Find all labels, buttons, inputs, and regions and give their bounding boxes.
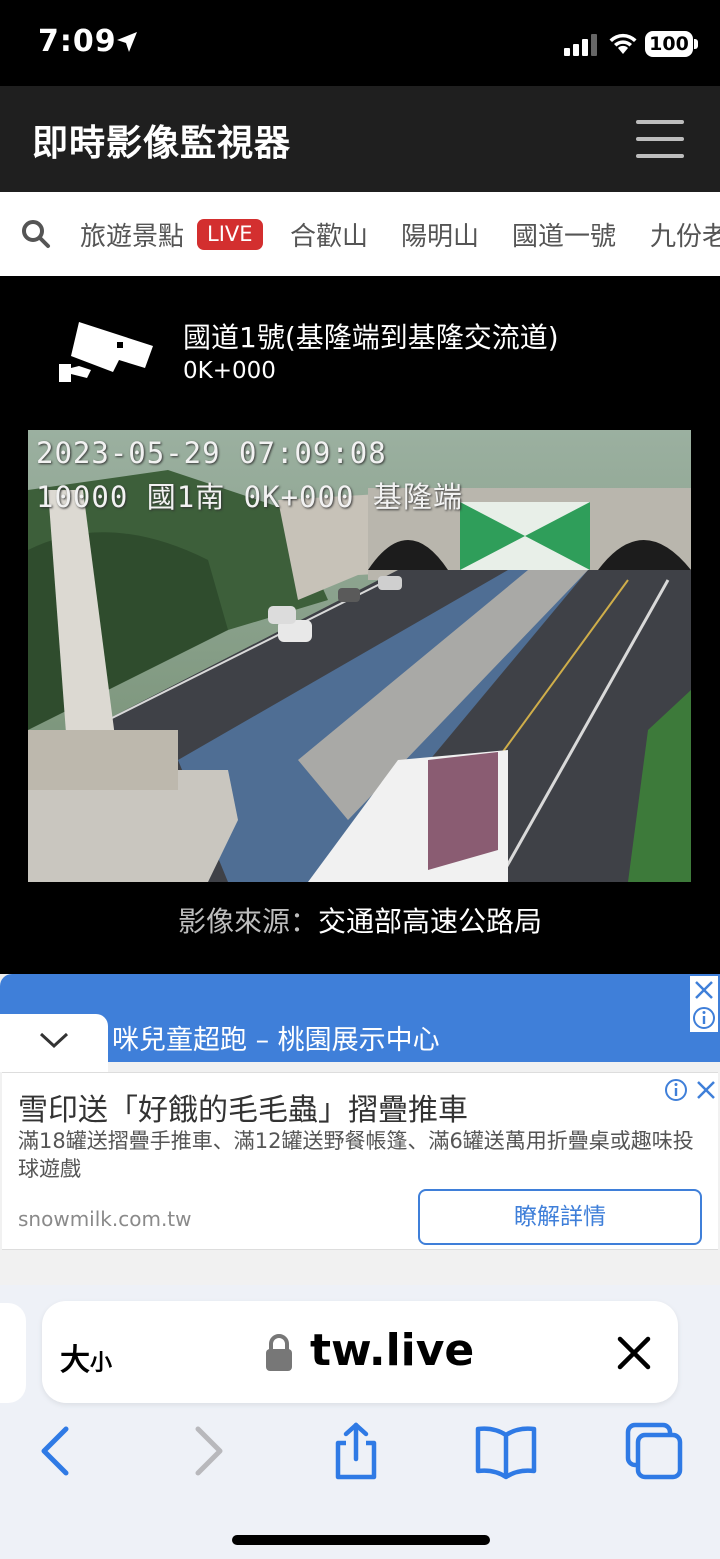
app-title: 即時影像監視器 [32,123,292,164]
status-bar: 7:09 100 [0,0,720,86]
forward-icon[interactable] [176,1421,240,1481]
cctv-camera-icon [59,322,153,382]
nav-item-yangmingshan[interactable]: 陽明山 [401,216,479,253]
cellular-signal-icon [564,34,597,56]
camera-overlay-datetime: 2023-05-29 07:09:08 [36,436,387,470]
category-nav: 旅遊景點 LIVE 合歡山 陽明山 國道一號 九份老街 [0,192,720,276]
ad-banner-text: 咪兒童超跑 – 桃園展示中心 [112,1025,440,1056]
location-arrow-icon [117,32,137,52]
url-text[interactable]: tw.live [310,1325,474,1376]
lock-icon [266,1334,292,1371]
ad-collapse-button[interactable] [0,1014,108,1072]
browser-chrome: 大小 tw.live [0,1285,720,1559]
previous-tab-peek[interactable] [0,1303,26,1403]
chevron-down-icon [39,1032,69,1049]
ad-info-icon[interactable] [665,1079,687,1101]
search-icon[interactable] [20,218,52,250]
image-source-value[interactable]: 交通部高速公路局 [318,905,542,938]
nav-item-hehuanshan[interactable]: 合歡山 [290,216,368,253]
battery-indicator: 100 [645,31,693,57]
camera-section: 國道1號(基隆端到基隆交流道) 0K+000 2023-05-29 07:09:… [0,276,720,974]
text-size-large-label: 大 [60,1343,90,1378]
ad-close-icon[interactable] [697,1081,715,1099]
nav-item-attractions[interactable]: 旅遊景點 [80,216,184,253]
tabs-icon[interactable] [622,1421,686,1481]
ad-info-icon[interactable] [693,1007,715,1029]
share-icon[interactable] [324,1421,388,1481]
hamburger-menu-icon[interactable] [636,120,684,160]
status-time: 7:09 [38,24,117,59]
ad-domain: snowmilk.com.tw [18,1207,192,1231]
wifi-icon [609,33,637,54]
page: 7:09 100 即時影像監視器 旅遊景點 LIVE 合歡山 陽明山 國道一號 … [0,0,720,1559]
live-badge: LIVE [197,219,263,250]
bookmarks-icon[interactable] [474,1421,538,1481]
address-bar[interactable]: 大小 tw.live [42,1301,678,1403]
home-indicator [232,1535,490,1545]
image-source: 影像來源：交通部高速公路局 [0,900,720,940]
battery-tip [694,39,698,49]
ad-card[interactable]: 雪印送「好餓的毛毛蟲」摺疊推車 滿18罐送摺疊手推車、滿12罐送野餐帳篷、滿6罐… [2,1072,718,1250]
ad-headline[interactable]: 雪印送「好餓的毛毛蟲」摺疊推車 [18,1085,468,1129]
image-source-label: 影像來源： [177,905,318,938]
learn-more-button[interactable]: 瞭解詳情 [418,1189,702,1245]
camera-title: 國道1號(基隆端到基隆交流道) [183,321,559,354]
back-icon[interactable] [24,1421,88,1481]
text-size-button[interactable]: 大小 [60,1335,112,1379]
close-icon[interactable] [616,1335,652,1371]
camera-mileage: 0K+000 [183,358,276,384]
nav-item-freeway-1[interactable]: 國道一號 [512,216,616,253]
app-header: 即時影像監視器 [0,86,720,192]
text-size-small-label: 小 [90,1351,113,1376]
ad-banner[interactable]: 咪兒童超跑 – 桃園展示中心 [0,974,720,1062]
adchoices-icons [665,1079,715,1101]
ad-close-icon[interactable] [695,981,713,999]
camera-overlay-info: 10000 國1南 0K+000 基隆端 [36,480,463,514]
nav-item-jiufen[interactable]: 九份老街 [650,216,720,253]
ad-description: 滿18罐送摺疊手推車、滿12罐送野餐帳篷、滿6罐送萬用折疊桌或趣味投球遊戲 [18,1129,694,1181]
ad-banner-controls [690,976,718,1032]
camera-feed-image[interactable]: 2023-05-29 07:09:08 10000 國1南 0K+000 基隆端 [28,430,691,882]
